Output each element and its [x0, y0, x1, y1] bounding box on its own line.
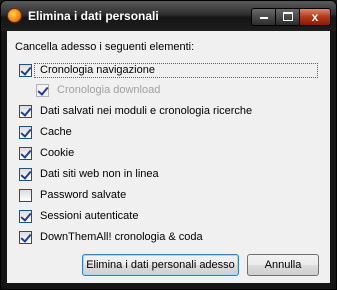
item-cronologia-download: Cronologia download [36, 83, 160, 97]
checkbox-sessioni-autenticate[interactable] [19, 209, 32, 223]
item-cookie[interactable]: Cookie [19, 146, 74, 160]
checkbox-password-salvate[interactable] [19, 188, 32, 202]
item-dati-siti-offline[interactable]: Dati siti web non in linea [19, 167, 159, 181]
label-cronologia-download: Cronologia download [57, 84, 161, 96]
dialog-heading: Cancella adesso i seguenti elementi: [15, 41, 195, 53]
checkbox-cronologia-download [36, 83, 49, 97]
item-cache[interactable]: Cache [19, 125, 72, 139]
item-sessioni-autenticate[interactable]: Sessioni autenticate [19, 209, 138, 223]
item-cronologia-navigazione[interactable]: Cronologia navigazione [19, 63, 155, 77]
dialog-content: Cancella adesso i seguenti elementi: Cro… [7, 31, 330, 283]
label-downthemall: DownThemAll! cronologia & coda [40, 231, 203, 243]
window-title: Elimina i dati personali [28, 9, 159, 23]
clear-now-button[interactable]: Elimina i dati personali adesso [82, 254, 239, 276]
item-password-salvate[interactable]: Password salvate [19, 188, 126, 202]
firefox-icon [7, 8, 22, 23]
item-dati-moduli[interactable]: Dati salvati nei moduli e cronologia ric… [19, 104, 252, 118]
close-button[interactable]: x [299, 8, 331, 26]
label-cache: Cache [40, 126, 72, 138]
label-cookie: Cookie [40, 147, 75, 159]
checkbox-downthemall[interactable] [19, 230, 32, 244]
title-bar[interactable]: Elimina i dati personali x [1, 1, 336, 31]
label-dati-siti-offline: Dati siti web non in linea [40, 168, 159, 180]
label-password-salvate: Password salvate [40, 189, 127, 201]
checkbox-dati-moduli[interactable] [19, 104, 32, 118]
checkbox-cookie[interactable] [19, 146, 32, 160]
label-sessioni-autenticate: Sessioni autenticate [40, 210, 139, 222]
label-cronologia-navigazione: Cronologia navigazione [40, 64, 155, 76]
dialog-window: Elimina i dati personali x Cancella ades… [0, 0, 337, 290]
checkbox-cache[interactable] [19, 125, 32, 139]
cancel-button[interactable]: Annulla [247, 254, 319, 276]
checkbox-dati-siti-offline[interactable] [19, 167, 32, 181]
minimize-button[interactable] [251, 8, 276, 26]
item-downthemall[interactable]: DownThemAll! cronologia & coda [19, 230, 203, 244]
label-dati-moduli: Dati salvati nei moduli e cronologia ric… [40, 105, 253, 117]
close-icon: x [311, 10, 319, 24]
maximize-button[interactable] [275, 8, 300, 26]
checkbox-cronologia-navigazione[interactable] [19, 63, 32, 77]
maximize-icon [282, 12, 293, 21]
minimize-icon [259, 17, 268, 19]
